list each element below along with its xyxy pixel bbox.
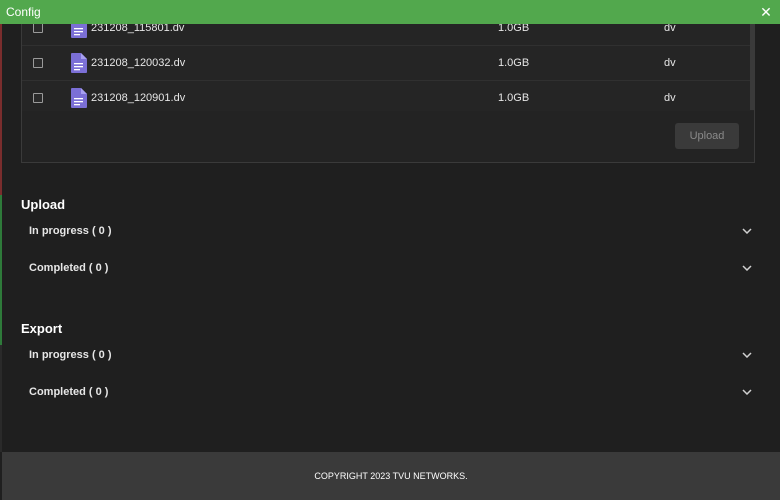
- file-name: 231208_120901.dv: [91, 92, 186, 104]
- document-icon: [71, 88, 87, 108]
- document-icon: [71, 53, 87, 73]
- upload-in-progress-row[interactable]: In progress ( 0 ): [29, 221, 753, 241]
- document-icon: [71, 24, 87, 38]
- file-checkbox[interactable]: [33, 58, 43, 68]
- page-footer: COPYRIGHT 2023 TVU NETWORKS.: [2, 452, 780, 500]
- export-completed-row[interactable]: Completed ( 0 ): [29, 382, 753, 402]
- file-type: dv: [664, 57, 676, 69]
- file-checkbox[interactable]: [33, 93, 43, 103]
- file-list: 231208_115801.dv 1.0GB dv 231208_120032.…: [22, 24, 754, 116]
- export-in-progress-label: In progress ( 0 ): [29, 349, 112, 361]
- file-checkbox[interactable]: [33, 24, 43, 33]
- chevron-down-icon[interactable]: [741, 225, 753, 237]
- file-row[interactable]: 231208_120032.dv 1.0GB dv: [22, 46, 754, 81]
- file-name: 231208_115801.dv: [91, 24, 185, 34]
- upload-in-progress-label: In progress ( 0 ): [29, 225, 112, 237]
- window-title: Config: [6, 5, 41, 19]
- left-edge-strip: [0, 24, 2, 452]
- chevron-down-icon[interactable]: [741, 349, 753, 361]
- upload-completed-row[interactable]: Completed ( 0 ): [29, 258, 753, 278]
- export-in-progress-row[interactable]: In progress ( 0 ): [29, 345, 753, 365]
- file-size: 1.0GB: [498, 92, 530, 104]
- file-type: dv: [664, 24, 676, 34]
- chevron-down-icon[interactable]: [741, 262, 753, 274]
- file-row[interactable]: 231208_115801.dv 1.0GB dv: [22, 24, 754, 46]
- file-name: 231208_120032.dv: [91, 57, 186, 69]
- file-panel-footer: Upload: [22, 111, 754, 162]
- close-icon[interactable]: ✕: [758, 4, 774, 20]
- export-section-title: Export: [21, 321, 63, 336]
- upload-completed-label: Completed ( 0 ): [29, 262, 109, 274]
- file-size: 1.0GB: [498, 24, 530, 34]
- upload-section-title: Upload: [21, 197, 66, 212]
- copyright-text: COPYRIGHT 2023 TVU NETWORKS.: [314, 471, 468, 481]
- file-panel: 231208_115801.dv 1.0GB dv 231208_120032.…: [21, 24, 755, 163]
- upload-button[interactable]: Upload: [675, 123, 739, 149]
- file-list-scrollbar[interactable]: [750, 24, 754, 110]
- chevron-down-icon[interactable]: [741, 386, 753, 398]
- title-bar: Config ✕: [0, 0, 780, 24]
- file-type: dv: [664, 92, 676, 104]
- export-completed-label: Completed ( 0 ): [29, 386, 109, 398]
- file-size: 1.0GB: [498, 57, 530, 69]
